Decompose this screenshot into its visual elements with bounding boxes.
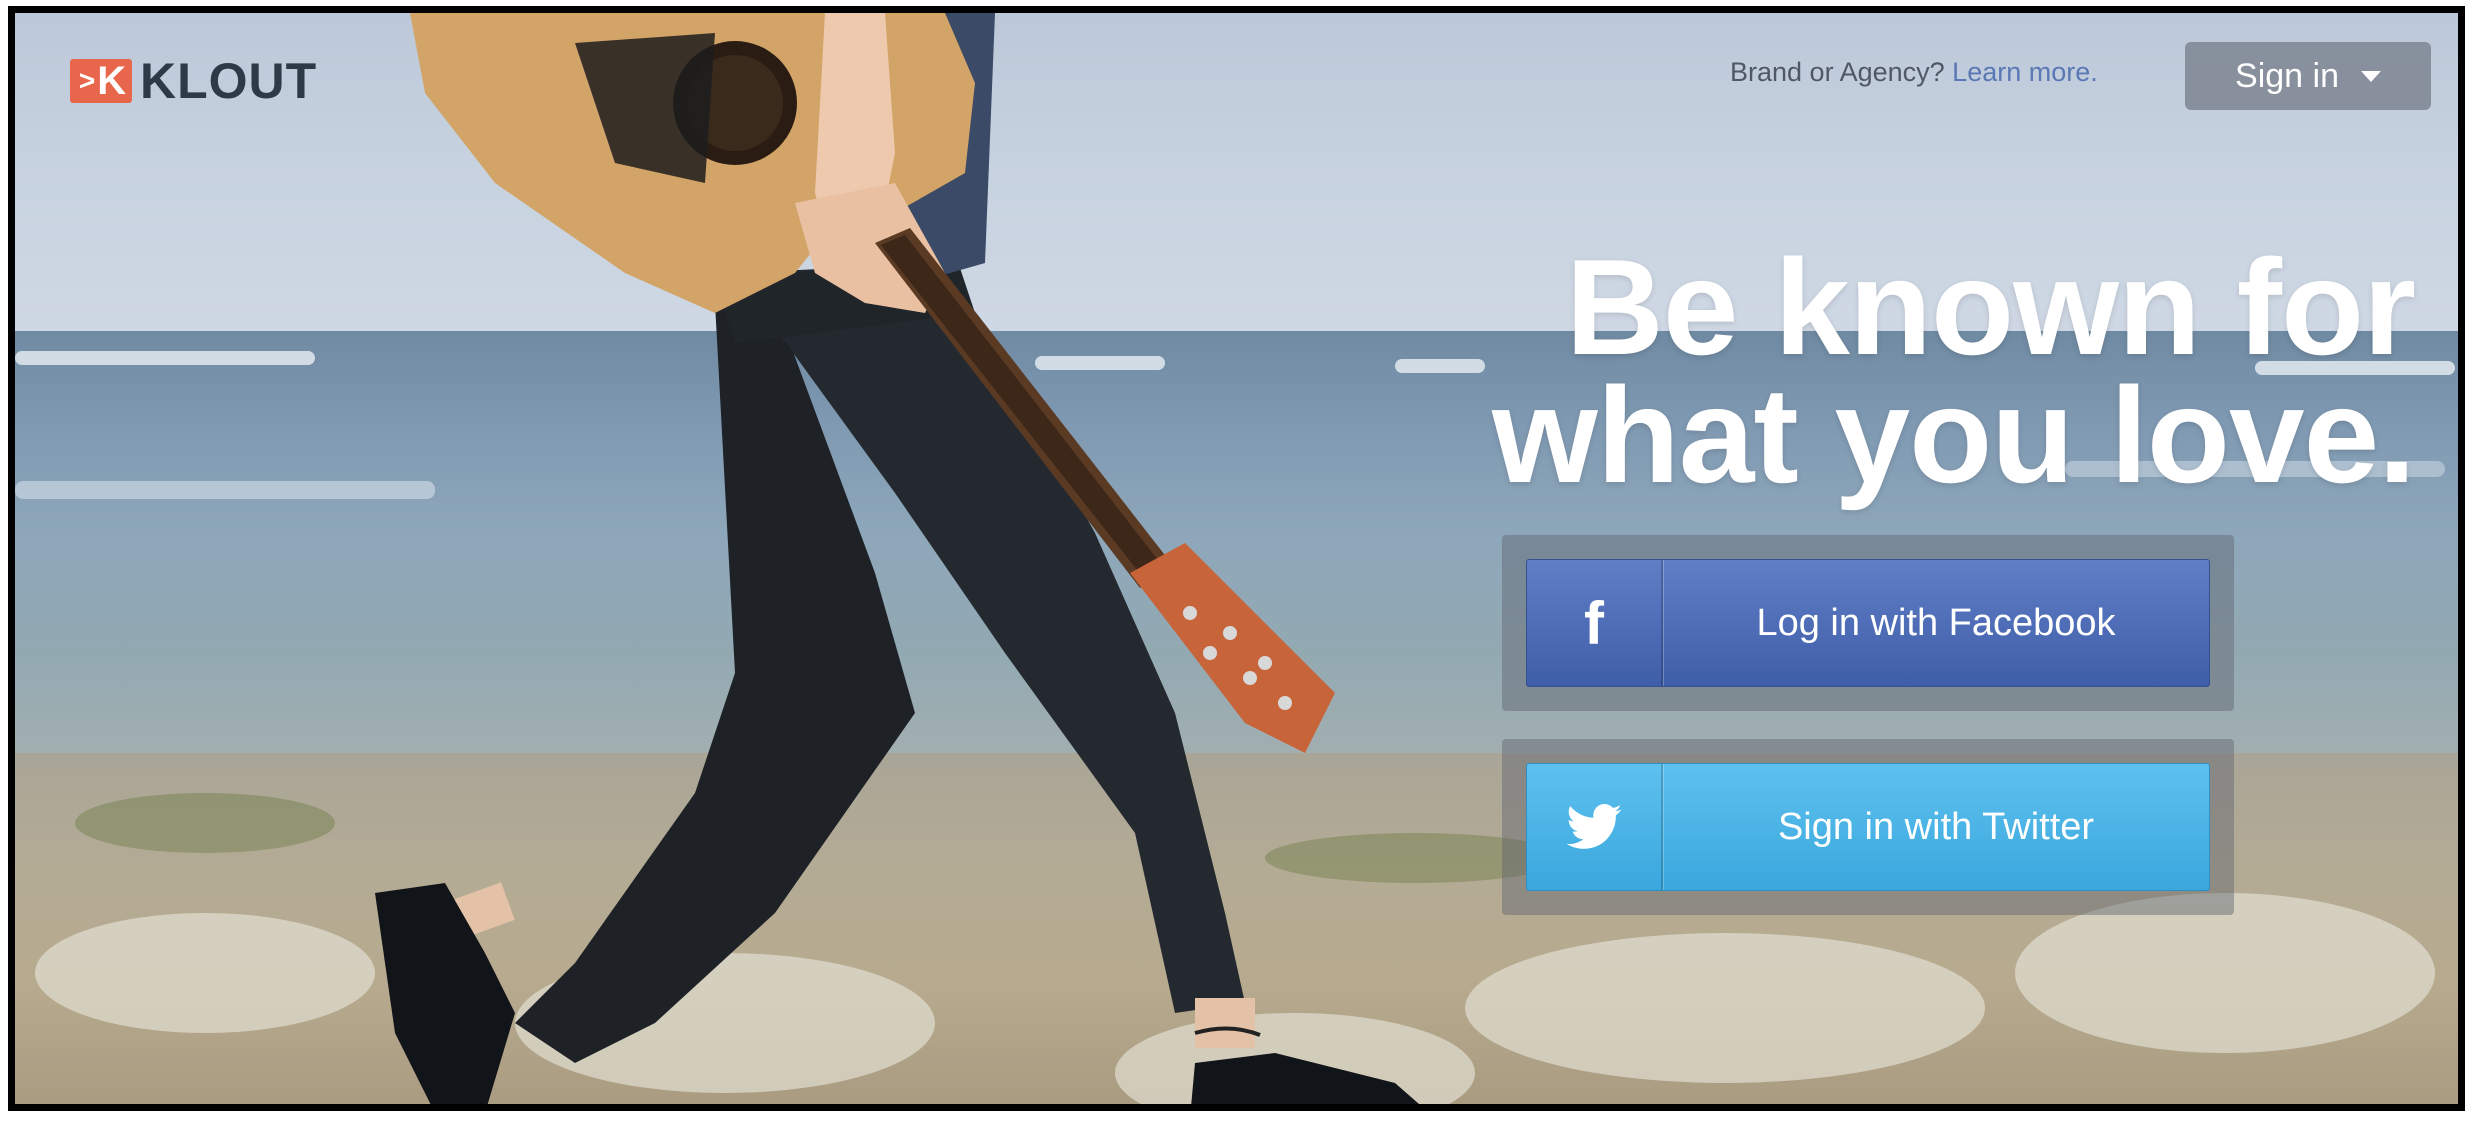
brand-question-text: Brand or Agency? [1730,57,1945,87]
facebook-button-frame: f Log in with Facebook [1502,535,2234,711]
facebook-icon: f [1527,560,1663,686]
klout-logo-mark: > K [70,59,132,103]
twitter-button-frame: Sign in with Twitter [1502,739,2234,915]
twitter-signin-label: Sign in with Twitter [1777,805,2095,848]
brand-agency-note: Brand or Agency? Learn more. [1730,57,2098,88]
klout-logo[interactable]: > K KLOUT [70,53,317,109]
chevron-down-icon [2360,70,2381,82]
klout-wordmark: KLOUT [140,53,318,109]
hero-headline: Be known for what you love. [1395,231,2416,511]
signin-dropdown-button[interactable]: Sign in [2185,42,2431,110]
signin-label: Sign in [2235,56,2339,95]
facebook-login-label: Log in with Facebook [1756,601,2116,644]
page-frame: > K KLOUT Brand or Agency? Learn more. Si… [8,6,2465,1111]
headline-line-1: Be known for [1565,231,2416,383]
learn-more-link[interactable]: Learn more. [1952,57,2098,87]
twitter-bird-icon [1527,764,1663,890]
facebook-login-button[interactable]: f Log in with Facebook [1526,559,2210,687]
twitter-signin-button[interactable]: Sign in with Twitter [1526,763,2210,891]
headline-line-2: what you love. [1491,359,2416,511]
